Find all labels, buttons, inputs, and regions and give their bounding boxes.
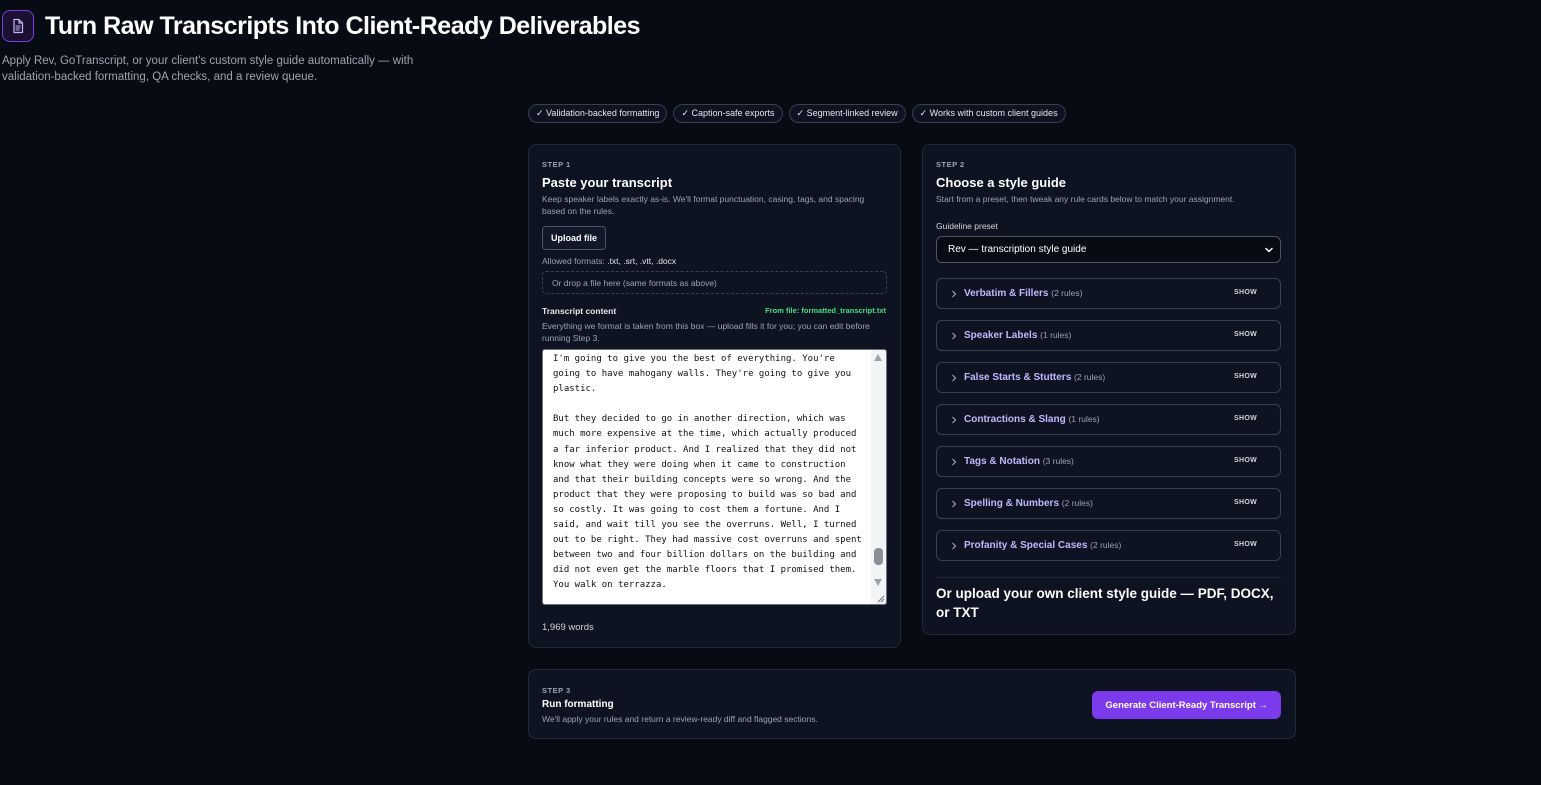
scroll-down-icon[interactable]: [874, 579, 882, 586]
custom-guide-upload-heading: Or upload your own client style guide — …: [936, 586, 1274, 620]
feature-pill: ✓ Works with custom client guides: [911, 104, 1066, 123]
allowed-formats: Allowed formats: .txt, .srt, .vtt, .docx: [542, 256, 676, 268]
rule-title: False Starts & Stutters: [964, 372, 1072, 383]
step2-title: Choose a style guide: [936, 175, 1067, 190]
feature-pill: ✓ Caption-safe exports: [673, 104, 783, 123]
step1-title: Paste your transcript: [542, 175, 673, 190]
show-rules-toggle[interactable]: SHOW: [1234, 289, 1257, 296]
rule-card-speaker-labels[interactable]: Speaker Labels (1 rules) SHOW: [936, 320, 1281, 351]
generate-transcript-button[interactable]: Generate Client-Ready Transcript →: [1092, 691, 1281, 719]
show-rules-toggle[interactable]: SHOW: [1234, 457, 1257, 464]
transcript-textarea[interactable]: I'm going to give you the best of everyt…: [542, 349, 887, 605]
feature-pill: ✓ Segment-linked review: [788, 104, 906, 123]
rule-card-tags-notation[interactable]: Tags & Notation (3 rules) SHOW: [936, 446, 1281, 477]
rule-count: (2 rules): [1074, 372, 1106, 382]
show-rules-toggle[interactable]: SHOW: [1234, 499, 1257, 506]
step3-card: STEP 3 Run formatting We'll apply your r…: [528, 669, 1296, 739]
allowed-formats-list: .txt, .srt, .vtt, .docx: [607, 256, 677, 266]
step1-label: STEP 1: [542, 160, 571, 169]
file-source-label: From file: formatted_transcript.txt: [765, 306, 886, 315]
rule-count: (2 rules): [1051, 288, 1083, 298]
rule-card-false-starts[interactable]: False Starts & Stutters (2 rules) SHOW: [936, 362, 1281, 393]
step2-label: STEP 2: [936, 160, 965, 169]
show-rules-toggle[interactable]: SHOW: [1234, 541, 1257, 548]
allowed-formats-prefix: Allowed formats:: [542, 256, 608, 266]
rule-count: (2 rules): [1090, 540, 1122, 550]
chevron-right-icon: [952, 500, 957, 508]
rule-title: Tags & Notation: [964, 456, 1040, 467]
step3-description: We'll apply your rules and return a revi…: [542, 714, 818, 724]
step2-description: Start from a preset, then tweak any rule…: [936, 194, 1235, 204]
preset-label: Guideline preset: [936, 221, 998, 231]
step3-label: STEP 3: [542, 686, 571, 695]
chevron-right-icon: [952, 374, 957, 382]
chevron-right-icon: [952, 290, 957, 298]
show-rules-toggle[interactable]: SHOW: [1234, 415, 1257, 422]
feature-pill: ✓ Validation-backed formatting: [528, 104, 668, 123]
document-icon: [2, 10, 34, 42]
scrollbar-thumb[interactable]: [874, 548, 883, 565]
chevron-right-icon: [952, 332, 957, 340]
scroll-up-icon[interactable]: [874, 354, 882, 361]
transcript-text: I'm going to give you the best of everyt…: [553, 354, 862, 591]
rule-card-spelling-numbers[interactable]: Spelling & Numbers (2 rules) SHOW: [936, 488, 1281, 519]
step2-card: STEP 2 Choose a style guide Start from a…: [922, 144, 1296, 635]
preset-value: Rev — transcription style guide: [948, 244, 1087, 255]
file-drop-zone[interactable]: Or drop a file here (same formats as abo…: [542, 271, 887, 294]
rule-card-contractions[interactable]: Contractions & Slang (1 rules) SHOW: [936, 404, 1281, 435]
step1-description: Keep speaker labels exactly as-is. We'll…: [542, 194, 865, 216]
rule-card-profanity[interactable]: Profanity & Special Cases (2 rules) SHOW: [936, 530, 1281, 561]
textarea-scrollbar[interactable]: [871, 350, 886, 604]
rule-title: Profanity & Special Cases: [964, 540, 1088, 551]
transcript-content-hint: Everything we format is taken from this …: [542, 321, 870, 343]
chevron-right-icon: [952, 542, 957, 550]
transcript-content-label: Transcript content: [542, 306, 617, 316]
chevron-right-icon: [952, 416, 957, 424]
chevron-down-icon: [1265, 247, 1273, 253]
page-title: Turn Raw Transcripts Into Client-Ready D…: [45, 12, 641, 40]
rule-count: (1 rules): [1068, 414, 1100, 424]
step3-title: Run formatting: [542, 699, 614, 710]
divider: [936, 577, 1281, 578]
step1-card: STEP 1 Paste your transcript Keep speake…: [528, 144, 901, 648]
resize-grip-icon[interactable]: [875, 593, 885, 603]
drop-zone-text: Or drop a file here (same formats as abo…: [552, 277, 717, 288]
word-count: 1,969 words: [542, 622, 594, 633]
rule-card-verbatim[interactable]: Verbatim & Fillers (2 rules) SHOW: [936, 278, 1281, 309]
chevron-right-icon: [952, 458, 957, 466]
upload-file-button[interactable]: Upload file: [542, 226, 607, 250]
rule-count: (3 rules): [1042, 456, 1074, 466]
rule-count: (1 rules): [1040, 330, 1072, 340]
rule-title: Verbatim & Fillers: [964, 288, 1049, 299]
guideline-preset-select[interactable]: Rev — transcription style guide: [936, 236, 1281, 263]
rule-title: Spelling & Numbers: [964, 498, 1060, 509]
show-rules-toggle[interactable]: SHOW: [1234, 331, 1257, 338]
rule-title: Speaker Labels: [964, 330, 1038, 341]
page-subtitle: Apply Rev, GoTranscript, or your client'…: [2, 55, 414, 83]
feature-pills: ✓ Validation-backed formatting ✓ Caption…: [528, 104, 1066, 123]
rule-count: (2 rules): [1061, 498, 1093, 508]
rule-title: Contractions & Slang: [964, 414, 1066, 425]
show-rules-toggle[interactable]: SHOW: [1234, 373, 1257, 380]
